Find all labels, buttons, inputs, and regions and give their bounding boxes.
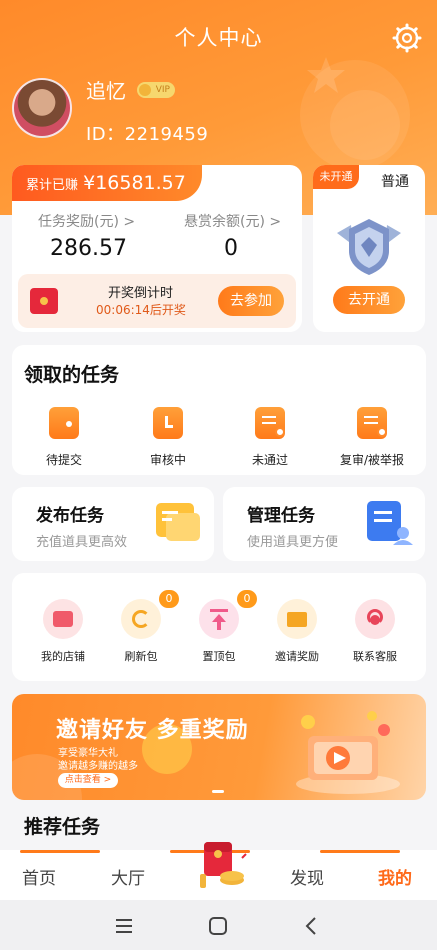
received-tasks-card: 领取的任务 待提交 审核中 未通过 复审/被举报	[12, 345, 426, 475]
gear-icon[interactable]	[391, 22, 423, 54]
tool-my-shop[interactable]: 我的店铺	[25, 599, 101, 664]
reject-doc-icon	[255, 407, 285, 439]
user-id: ID：2219459	[86, 124, 209, 145]
countdown-time: 00:06:14后开奖	[96, 303, 186, 317]
membership-status-tag: 未开通	[313, 165, 359, 189]
publish-task-title: 发布任务	[36, 506, 104, 526]
tool-pin-top-pack[interactable]: 置顶包	[181, 599, 257, 664]
open-membership-button[interactable]: 去开通	[333, 286, 405, 314]
bounty-balance-link[interactable]: 悬赏余额(元) >	[184, 211, 281, 231]
recommended-tasks-title: 推荐任务	[24, 816, 101, 838]
received-tasks-title: 领取的任务	[24, 364, 120, 386]
username: 追忆	[86, 79, 126, 103]
avatar[interactable]	[12, 78, 72, 138]
vip-badge: VIP	[137, 82, 175, 98]
membership-level: 普通	[381, 174, 409, 190]
total-earned-banner: 累计已赚 ¥16581.57	[12, 165, 202, 201]
tool-label: 邀请奖励	[275, 650, 319, 663]
task-reexamine-reported[interactable]: 复审/被举报	[322, 407, 422, 468]
lottery-countdown: 开奖倒计时 00:06:14后开奖 去参加	[18, 274, 296, 328]
review-doc-icon	[357, 407, 387, 439]
task-reward-link[interactable]: 任务奖励(元) >	[38, 211, 135, 231]
headset-icon	[355, 599, 395, 639]
bounty-balance-value: 0	[224, 236, 238, 261]
tool-label: 联系客服	[353, 650, 397, 663]
page-title: 个人中心	[174, 26, 263, 50]
promo-title: 邀请好友 多重奖励	[56, 718, 249, 743]
total-earned-value: ¥16581.57	[83, 172, 186, 194]
pin-top-icon	[199, 599, 239, 639]
envelope-icon	[277, 599, 317, 639]
system-navigation-bar	[0, 900, 437, 950]
countdown-title: 开奖倒计时	[108, 286, 174, 301]
tool-contact-support[interactable]: 联系客服	[337, 599, 413, 664]
task-label: 待提交	[45, 453, 82, 467]
member-shield-icon	[337, 219, 401, 275]
bottom-navigation: 首页 大厅 发现 我的	[0, 842, 437, 900]
task-label: 审核中	[149, 453, 186, 467]
home-square-icon[interactable]	[208, 916, 228, 936]
manage-task-title: 管理任务	[247, 506, 315, 526]
refresh-pack-count: 0	[159, 590, 179, 608]
pin-top-pack-count: 0	[237, 590, 257, 608]
decorative-star-icon	[307, 57, 345, 93]
refresh-icon	[121, 599, 161, 639]
gift-box-illustration	[296, 711, 400, 794]
nav-home[interactable]: 首页	[22, 864, 56, 889]
shop-icon	[43, 599, 83, 639]
nav-mine[interactable]: 我的	[378, 864, 412, 889]
manage-task-card[interactable]: 管理任务 使用道具更方便	[223, 487, 425, 561]
menu-icon[interactable]	[114, 917, 134, 935]
nav-discover[interactable]: 发现	[290, 864, 324, 889]
tool-label: 我的店铺	[41, 650, 85, 663]
task-label: 未通过	[251, 453, 288, 467]
vip-icon	[139, 84, 151, 96]
task-under-review[interactable]: 审核中	[118, 407, 218, 468]
recommend-card-edge	[320, 850, 400, 853]
wallet-icon	[49, 407, 79, 439]
recommend-card-edge	[20, 850, 100, 853]
earnings-card: 累计已赚 ¥16581.57 任务奖励(元) > 286.57 悬赏余额(元) …	[12, 165, 302, 332]
membership-card[interactable]: 未开通 普通 去开通	[313, 165, 425, 332]
task-pending-submit[interactable]: 待提交	[14, 407, 114, 468]
red-packet-icon	[30, 288, 58, 314]
total-earned-label: 累计已赚	[26, 178, 79, 193]
publish-task-subtitle: 充值道具更高效	[36, 535, 128, 550]
task-label: 复审/被举报	[339, 453, 405, 467]
decorative-circle	[330, 90, 400, 160]
invite-promo-banner[interactable]: 邀请好友 多重奖励 享受豪华大礼 邀请越多赚的越多 点击查看 >	[12, 694, 426, 800]
nav-hall[interactable]: 大厅	[111, 864, 145, 889]
manage-task-subtitle: 使用道具更方便	[247, 535, 339, 550]
tool-label: 置顶包	[202, 650, 236, 663]
task-rejected[interactable]: 未通过	[220, 407, 320, 468]
promo-subtitle-2: 邀请越多赚的越多	[58, 761, 138, 772]
tools-card: 我的店铺 刷新包 0 置顶包 0 邀请奖励 联系客服	[12, 573, 426, 681]
tool-invite-reward[interactable]: 邀请奖励	[259, 599, 335, 664]
publish-task-card[interactable]: 发布任务 充值道具更高效	[12, 487, 214, 561]
publish-folder-icon	[156, 503, 200, 541]
join-button[interactable]: 去参加	[218, 286, 284, 316]
clock-icon	[153, 407, 183, 439]
tool-refresh-pack[interactable]: 刷新包	[103, 599, 179, 664]
manage-doc-icon	[367, 501, 413, 545]
tool-label: 刷新包	[124, 650, 158, 663]
carousel-indicator	[212, 790, 224, 793]
back-icon[interactable]	[304, 916, 318, 936]
promo-view-button[interactable]: 点击查看 >	[58, 773, 118, 788]
center-red-packet-icon[interactable]	[196, 838, 248, 896]
task-reward-value: 286.57	[50, 236, 127, 261]
